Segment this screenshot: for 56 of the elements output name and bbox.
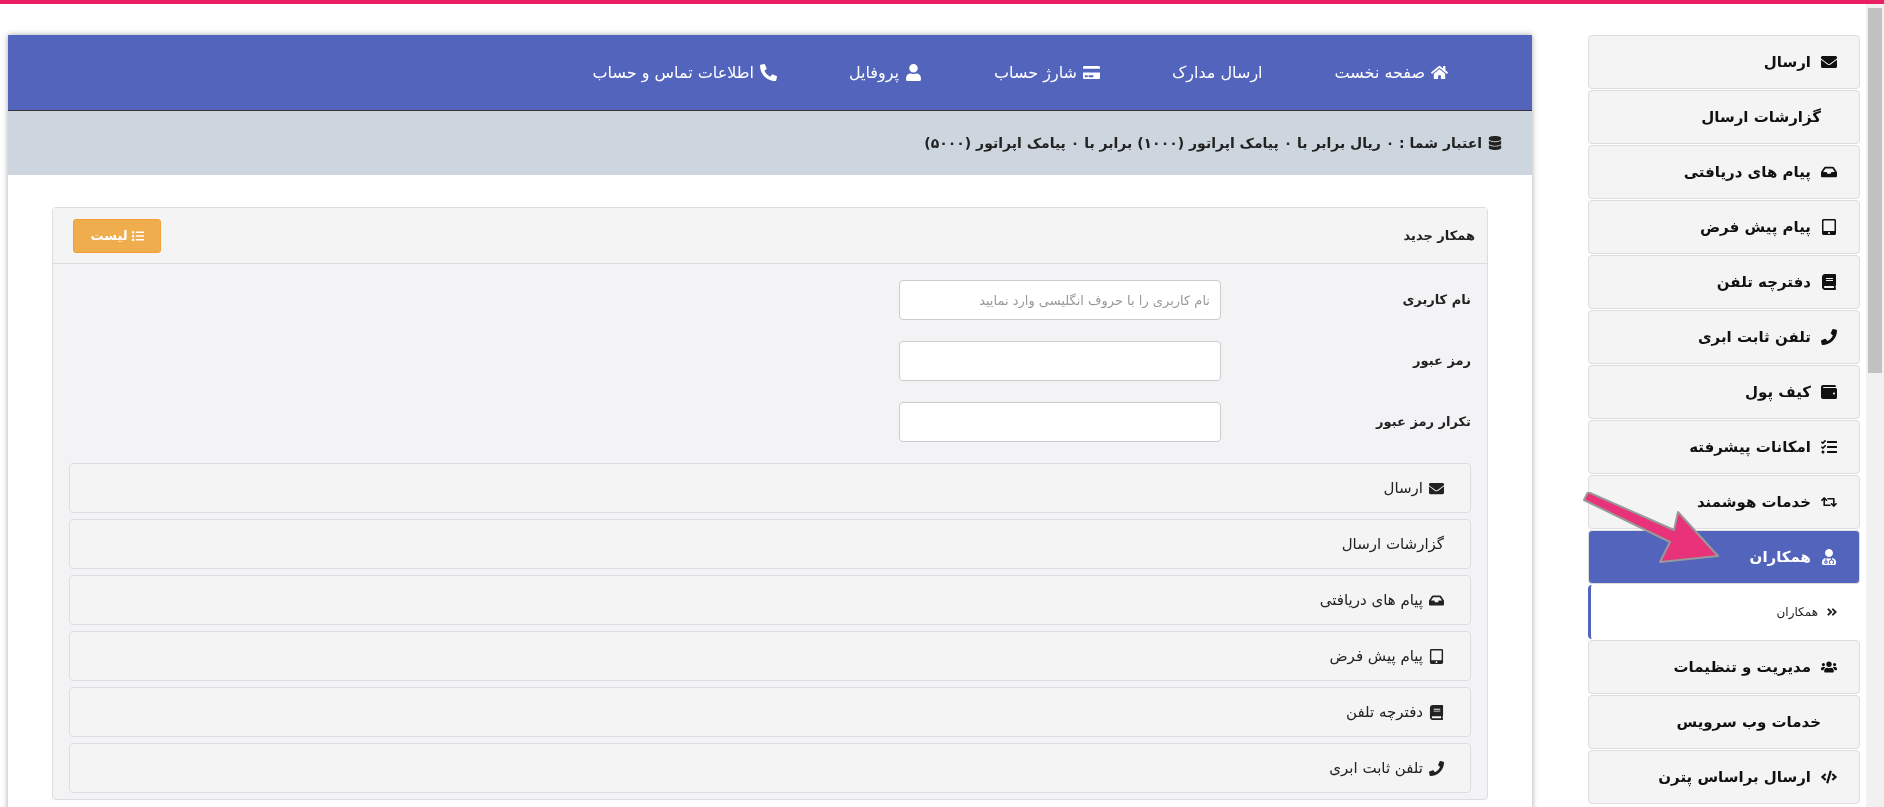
checklist-icon — [1821, 439, 1837, 455]
input-field[interactable] — [899, 402, 1221, 442]
field-label: تکرار رمز عبور — [1374, 413, 1471, 429]
home-icon — [1431, 64, 1448, 81]
credit-card-icon — [1082, 64, 1100, 81]
sidebar-item[interactable]: خدمات وب سرویس — [1588, 695, 1860, 749]
code-icon — [1821, 769, 1837, 785]
envelope-icon — [1429, 480, 1444, 496]
nav-link[interactable]: پروفایل — [812, 63, 958, 82]
scrollbar-thumb[interactable] — [1868, 8, 1882, 373]
scrollbar[interactable] — [1866, 4, 1884, 807]
input-field[interactable]: نام کاربری را با حروف انگلیسی وارد نمایید — [899, 280, 1221, 320]
sidebar-item[interactable]: گزارشات ارسال — [1588, 90, 1860, 144]
nav-link[interactable]: ارسال مدارک — [1135, 63, 1299, 82]
book-icon — [1821, 274, 1837, 290]
tablet-icon — [1429, 648, 1444, 664]
accordion-item[interactable]: پیام های دریافتی — [69, 575, 1471, 625]
accordion-item[interactable]: تلفن ثابت ابری — [69, 743, 1471, 793]
wallet-icon — [1821, 384, 1837, 400]
nav-link[interactable]: شارژ حساب — [958, 63, 1136, 82]
database-icon — [1488, 136, 1502, 150]
tablet-icon — [1821, 219, 1837, 235]
accordion-item[interactable]: گزارشات ارسال — [69, 519, 1471, 569]
sidebar-item[interactable]: دفترچه تلفن — [1588, 255, 1860, 309]
phone-icon — [1821, 329, 1837, 345]
nav-link[interactable]: اطلاعات تماس و حساب — [556, 63, 813, 82]
user-medic-icon — [1821, 549, 1837, 565]
book-icon — [1429, 704, 1444, 720]
sidebar-item[interactable]: خدمات هوشمند — [1588, 475, 1860, 529]
inbox-icon — [1821, 164, 1837, 180]
double-chevron-icon — [1826, 606, 1838, 618]
credit-info: اعتبار شما : ۰ ریال برابر با ۰ پیامک اپراتور (۱۰۰۰) برابر با ۰ پیامک اپراتور (۵۰۰۰) — [924, 135, 1502, 151]
sidebar-item[interactable]: همکاران — [1588, 530, 1860, 584]
field-label: نام کاربری — [1401, 291, 1471, 307]
field-label: رمز عبور — [1411, 352, 1471, 368]
phone-icon — [759, 64, 777, 81]
sidebar-item[interactable]: کیف پول — [1588, 365, 1860, 419]
accordion-item[interactable]: پیام پیش فرض — [69, 631, 1471, 681]
phone-icon — [1429, 760, 1444, 776]
sidebar-item[interactable]: پیام های دریافتی — [1588, 145, 1860, 199]
card-title: همکار جدید — [1403, 228, 1475, 243]
accordion-item[interactable]: دفترچه تلفن — [69, 687, 1471, 737]
input-field[interactable] — [899, 341, 1221, 381]
sidebar-item[interactable]: مدیریت و تنظیمات — [1588, 640, 1860, 694]
sidebar-item[interactable]: امکانات پیشرفته — [1588, 420, 1860, 474]
users-icon — [1821, 659, 1837, 675]
sidebar-item[interactable]: ارسال — [1588, 35, 1860, 89]
sidebar-item[interactable]: پیام پیش فرض — [1588, 200, 1860, 254]
accordion-item[interactable]: ارسال — [69, 463, 1471, 513]
sidebar-item[interactable]: ارسال براساس پترن — [1588, 750, 1860, 804]
nav-link[interactable]: صفحه نخست — [1298, 63, 1484, 82]
user-icon — [905, 64, 922, 81]
list-icon — [131, 229, 144, 242]
sidebar-item[interactable]: تلفن ثابت ابری — [1588, 310, 1860, 364]
envelope-icon — [1821, 54, 1837, 70]
repeat-arrows-icon — [1821, 494, 1837, 510]
